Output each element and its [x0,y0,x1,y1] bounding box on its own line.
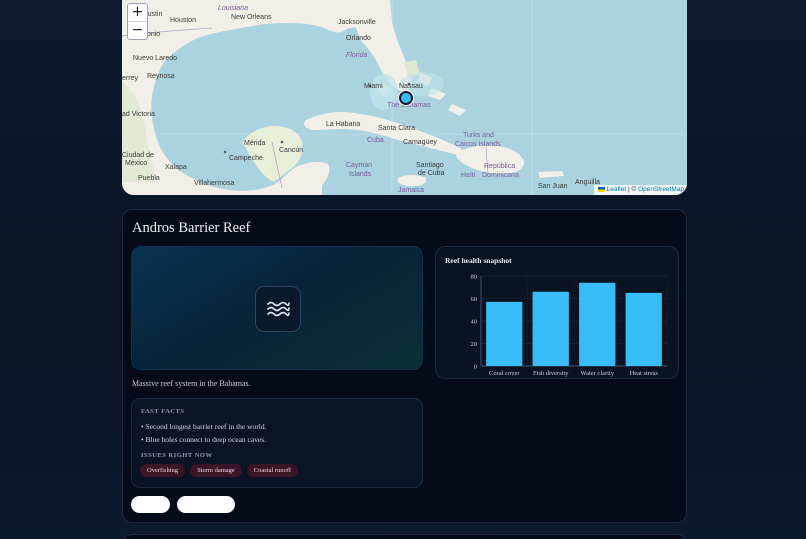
leaflet-link[interactable]: Leaflet [607,186,627,193]
reef-location-marker[interactable] [399,91,413,105]
map-label-nassau: Nassau [399,83,423,90]
map-label-new-orleans: New Orleans [231,14,272,21]
chart-y-tick-label: 40 [471,319,478,326]
issues-heading: ISSUES RIGHT NOW [141,452,213,459]
openstreetmap-link[interactable]: OpenStreetMap [638,186,684,193]
map-label-la-habana: La Habana [326,121,361,128]
zoom-out-button[interactable]: − [128,21,147,39]
chart-bar [486,301,523,366]
map-label-santa-clara: Santa Clara [378,125,415,132]
ukraine-flag-icon [597,186,605,192]
fast-facts-heading: FAST FACTS [141,408,185,415]
map-label-miami: Miami [364,83,383,90]
attribution-separator: | © [628,186,637,193]
map-label-puebla: Puebla [138,175,160,182]
zoom-in-button[interactable]: + [128,4,147,21]
fact-item: • Blue holes connect to deep ocean caves… [141,435,267,444]
chart-y-tick-label: 20 [471,341,478,348]
map-label-victoria: ad Victoria [122,111,155,118]
map-label-dominicana: Dominicana [482,172,519,179]
reef-health-chart: Reef health snapshot 0 20 40 60 80 Coral cove… [435,246,679,379]
map-label-mexico: México [125,160,148,167]
map-label-san-juan: San Juan [538,183,568,190]
map-attribution: Leaflet | © OpenStreetMap [593,185,687,195]
map-label-nuevo-laredo: Nuevo Laredo [133,55,177,62]
map-label-campeche: Campeche [229,155,263,162]
issue-tag: Coastal runoff [246,464,299,477]
map-label-jacksonville: Jacksonville [338,19,376,26]
map-label-errey: errey [122,75,138,82]
map-label-villahermosa: Villahermosa [194,180,235,187]
chart-x-tick-label: Water clarity [580,370,614,377]
map-label-houston: Houston [170,17,197,24]
issue-tag: Overfishing [140,464,186,477]
map-label-turks: Turks and [463,132,494,139]
reef-title: Andros Barrier Reef [132,220,251,236]
map-label-florida: Florida [346,52,368,59]
map-label-caicos: Caicos Islands [455,141,501,148]
zoom-control: + − [127,3,148,40]
map-label-reynosa: Reynosa [147,73,175,80]
issues-tags: Overfishing Storm damage Coastal runoff [140,464,299,477]
waves-icon [255,286,301,332]
map-label-cuba: Cuba [367,137,384,144]
map-label-cancun: Cancún [279,147,304,154]
chart-canvas: 0 20 40 60 80 Coral cover Fish diversity Water … [471,274,668,377]
next-reef-card [122,534,687,539]
chart-y-tick-label: 80 [471,274,478,281]
chart-bar [579,282,616,366]
map-label-louisiana: Louisiana [218,5,248,12]
action-button-1[interactable] [131,496,170,513]
action-button-2[interactable] [177,496,235,513]
map[interactable]: Austin Houston Louisiana New Orleans Jac… [122,0,687,195]
map-label-islands: Islands [349,171,372,178]
issue-tag: Storm damage [190,464,242,477]
map-label-cayman: Cayman [346,162,373,169]
map-label-santiago: Santiago [416,162,444,169]
chart-x-tick-label: Coral cover [489,370,520,377]
reef-description: Massive reef system in the Bahamas. [132,379,251,388]
map-label-haiti: Haïti [461,172,476,179]
chart-x-tick-label: Fish diversity [533,370,569,377]
fact-item: • Second longest barrier reef in the wor… [141,422,267,431]
map-label-xalapa: Xalapa [165,164,187,171]
reef-card: Andros Barrier Reef Massive reef system … [122,209,687,523]
map-label-de-cuba: de Cuba [418,170,445,177]
map-label-merida: Mérida [244,140,266,147]
facts-panel: FAST FACTS • Second longest barrier reef… [131,398,423,488]
map-label-republica: República [484,163,516,170]
map-label-jamaica: Jamaica [398,187,425,194]
chart-bar [532,291,569,366]
reef-hero-image [131,246,423,370]
chart-x-tick-label: Heat stress [630,370,659,377]
map-label-orlando: Orlando [346,35,371,42]
map-label-camaguey: Camagüey [403,139,437,146]
chart-bar [625,292,662,366]
map-label-ciudad-de: Ciudad de [122,152,154,159]
chart-y-tick-label: 0 [474,364,477,371]
chart-y-tick-label: 60 [471,296,478,303]
